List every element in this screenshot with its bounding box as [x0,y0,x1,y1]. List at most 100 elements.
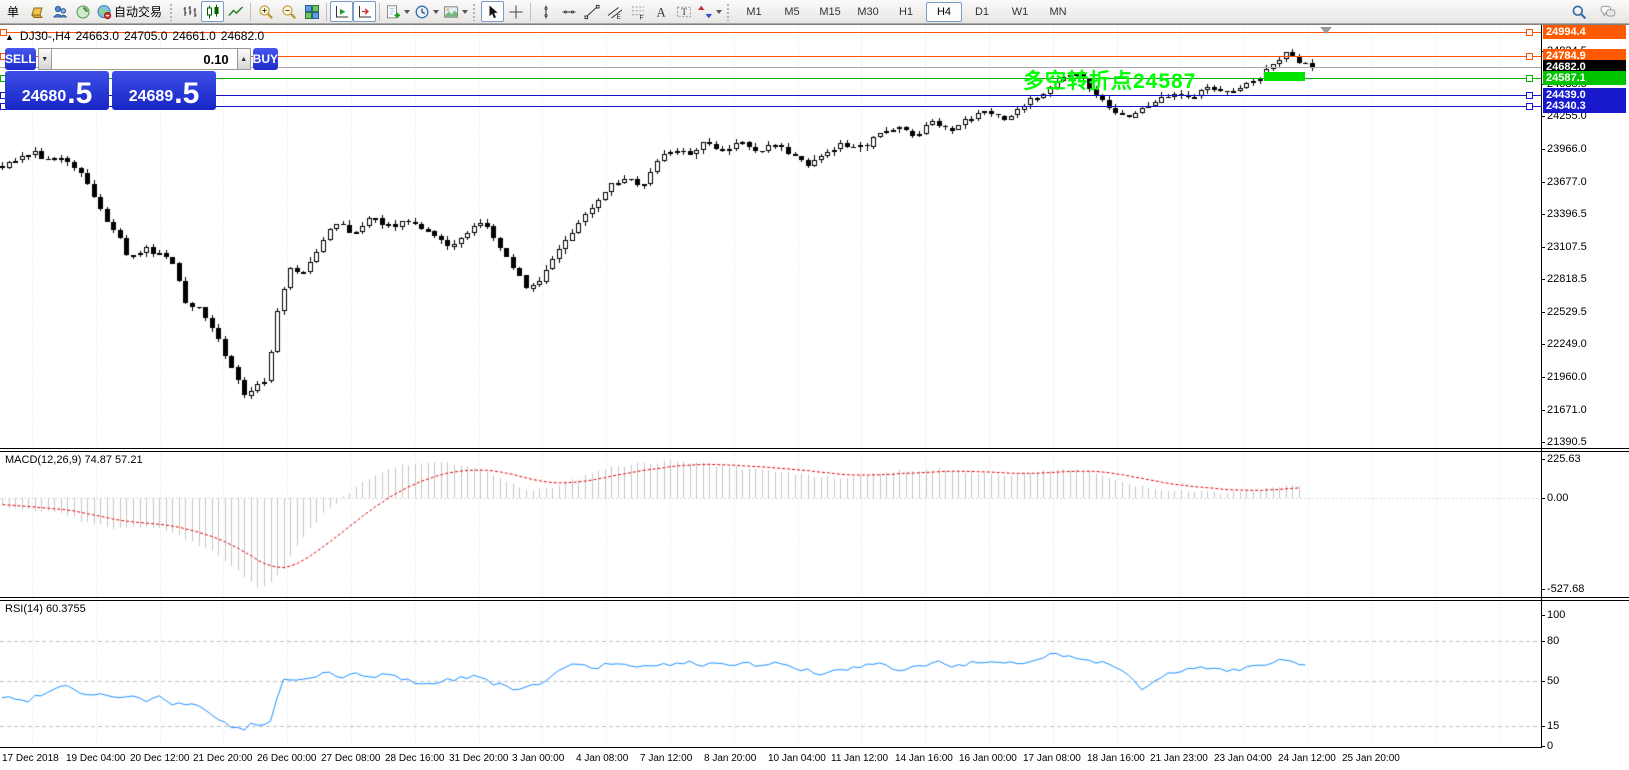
text-label-button[interactable]: T [672,1,695,22]
volume-increase-button[interactable]: ▲ [237,48,251,70]
volume-input[interactable] [52,48,237,70]
price-tag: 24587.1 [1543,71,1626,85]
accounts-button[interactable] [48,1,71,22]
time-axis-label: 17 Jan 08:00 [1023,753,1081,764]
equidistant-channel-button[interactable]: E [603,1,626,22]
zoom-in-button[interactable] [254,1,277,22]
chart-shift-marker-icon[interactable] [1320,27,1332,34]
line-chart-mode-icon [228,4,244,20]
chart-symbol: DJ30-,H4 [20,29,71,43]
zoom-out-icon [281,4,297,20]
zoom-out-button[interactable] [277,1,300,22]
time-axis-label: 25 Jan 20:00 [1342,753,1400,764]
price-axis-tick [1541,116,1545,117]
macd-panel-canvas[interactable] [0,452,1541,598]
signals-button[interactable] [71,1,94,22]
collapse-panel-icon[interactable]: ▲ [5,32,14,42]
time-axis-label: 4 Jan 08:00 [576,753,628,764]
sell-price-button[interactable]: 24680.5 [5,71,109,110]
time-axis-label: 16 Jan 00:00 [959,753,1017,764]
rsi-axis-tick [1541,681,1545,682]
candlestick-mode-button[interactable] [201,1,224,22]
price-axis-tick [1541,182,1545,183]
chart-window[interactable]: ▲DJ30-,H424663.024705.024661.024682.0 SE… [0,24,1629,770]
horizontal-price-line[interactable] [0,78,1541,79]
horizontal-line-button[interactable] [557,1,580,22]
volume-decrease-button[interactable]: ▼ [38,48,52,70]
price-tag: 24340.3 [1543,99,1626,113]
ohlc-close: 24682.0 [221,29,264,43]
time-axis-label: 7 Jan 12:00 [640,753,692,764]
line-endpoint-handle[interactable] [1526,53,1533,60]
price-axis-tick-label: 21671.0 [1547,404,1587,416]
timeframe-m5-button[interactable]: M5 [774,2,810,22]
price-axis-tick [1541,247,1545,248]
line-endpoint-handle[interactable] [1526,75,1533,82]
horizontal-price-line[interactable] [0,106,1541,107]
toolbar-grip [726,3,731,21]
rsi-axis-tick [1541,746,1545,747]
dropdown-caret-icon[interactable] [433,10,439,14]
buy-button[interactable]: BUY [253,48,278,70]
time-axis-label: 8 Jan 20:00 [704,753,756,764]
templates-button[interactable] [441,1,470,22]
timeframe-m30-button[interactable]: M30 [850,2,886,22]
autotrading-button[interactable]: 自动交易 [94,1,167,22]
chart-shift-button[interactable] [353,1,376,22]
line-endpoint-handle[interactable] [1526,29,1533,36]
rsi-panel-canvas[interactable] [0,601,1541,747]
arrows-button[interactable] [695,1,724,22]
chat-button[interactable] [1596,1,1619,22]
ohlc-high: 24705.0 [124,29,167,43]
highlight-rectangle[interactable] [1264,72,1305,81]
macd-indicator-label: MACD(12,26,9) 74.87 57.21 [5,454,143,466]
pivot-annotation-text[interactable]: 多空转折点24587 [1023,65,1196,95]
sell-price-fraction: .5 [67,80,92,108]
new-order-button[interactable]: 单 [2,1,25,22]
timeframe-mn-button[interactable]: MN [1040,2,1076,22]
auto-scroll-button[interactable] [330,1,353,22]
order-book-icon [29,4,45,20]
line-endpoint-handle[interactable] [1526,103,1533,110]
svg-text:E: E [616,14,621,20]
dropdown-caret-icon[interactable] [462,10,468,14]
horizontal-price-line[interactable] [0,95,1541,96]
tile-windows-button[interactable] [300,1,323,22]
line-chart-mode-button[interactable] [224,1,247,22]
time-axis-label: 31 Dec 20:00 [449,753,509,764]
timeframe-d1-button[interactable]: D1 [964,2,1000,22]
periods-button[interactable] [412,1,441,22]
main-chart-canvas[interactable] [0,25,1541,449]
sell-button[interactable]: SELL [5,48,36,70]
price-axis-tick-label: 22249.0 [1547,338,1587,350]
ohlc-open: 24663.0 [76,29,119,43]
crosshair-icon [508,4,524,20]
timeframe-m15-button[interactable]: M15 [812,2,848,22]
bar-chart-mode-button[interactable] [178,1,201,22]
order-book-button[interactable] [25,1,48,22]
cursor-icon [485,4,501,20]
timeframe-h1-button[interactable]: H1 [888,2,924,22]
timeframe-w1-button[interactable]: W1 [1002,2,1038,22]
price-axis-tick-label: 23677.0 [1547,176,1587,188]
new-chart-button[interactable] [383,1,412,22]
time-axis-label: 20 Dec 12:00 [130,753,190,764]
svg-text:A: A [656,5,665,19]
cursor-button[interactable] [481,1,504,22]
dropdown-caret-icon[interactable] [716,10,722,14]
fibonacci-button[interactable]: F [626,1,649,22]
timeframe-h4-button[interactable]: H4 [926,2,962,22]
crosshair-button[interactable] [504,1,527,22]
line-endpoint-handle[interactable] [1526,92,1533,99]
timeframe-m1-button[interactable]: M1 [736,2,772,22]
search-button[interactable] [1567,1,1590,22]
vertical-line-button[interactable] [534,1,557,22]
time-axis-label: 18 Jan 16:00 [1087,753,1145,764]
dropdown-caret-icon[interactable] [404,10,410,14]
bar-chart-mode-icon [182,4,198,20]
trend-line-button[interactable] [580,1,603,22]
buy-price-button[interactable]: 24689.5 [112,71,216,110]
rsi-axis-tick [1541,615,1545,616]
text-button[interactable]: A [649,1,672,22]
price-tag: 24994.4 [1543,25,1626,39]
